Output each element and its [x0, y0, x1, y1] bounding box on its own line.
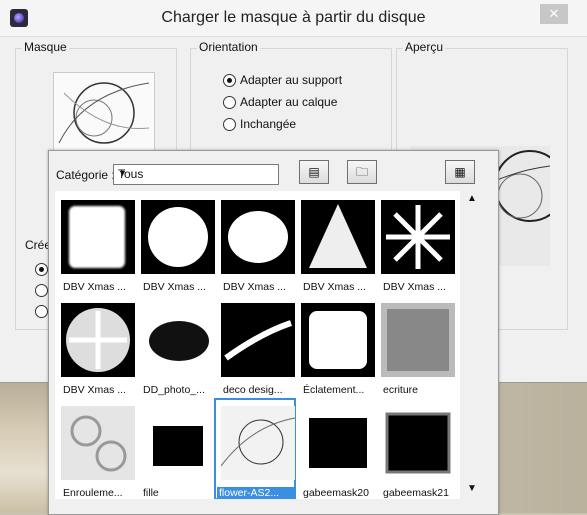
mask-thumbnail — [61, 303, 135, 377]
mask-item[interactable]: flower-AS2... — [214, 398, 296, 499]
radio-label: Inchangée — [240, 117, 297, 131]
mask-thumbnail — [381, 406, 455, 480]
mask-item-label: Enrouleme... — [63, 487, 123, 499]
list-icon: ▤ — [308, 165, 320, 179]
chevron-down-icon: ▼ — [118, 168, 127, 178]
mask-item[interactable]: DBV Xmas ... — [135, 193, 215, 293]
radio-icon — [223, 73, 236, 87]
mask-item-label: DBV Xmas ... — [383, 281, 447, 293]
mask-thumbnail — [381, 303, 455, 377]
mask-item-label: ecriture — [383, 384, 419, 396]
mask-thumbnail — [61, 200, 135, 274]
mask-item[interactable]: DBV Xmas ... — [55, 193, 135, 293]
background-photo — [0, 380, 50, 513]
mask-thumbnail — [301, 200, 375, 274]
orientation-label: Orientation — [197, 40, 260, 54]
mask-item[interactable]: fille — [135, 399, 215, 499]
radio-creer-2[interactable] — [35, 284, 48, 297]
category-label: Catégorie : — [56, 168, 115, 182]
mask-item-label: flower-AS2... — [217, 487, 295, 499]
radio-inchangee[interactable]: Inchangée — [223, 117, 296, 131]
dialog-title: Charger le masque à partir du disque — [161, 9, 426, 26]
mask-item-label: DBV Xmas ... — [223, 281, 287, 293]
mask-thumbnail — [381, 200, 455, 274]
mask-item-label: deco desig... — [223, 384, 283, 396]
mask-item-label: DBV Xmas ... — [63, 281, 127, 293]
folder-icon: 🗀 — [355, 165, 368, 179]
category-select[interactable]: Tous ▼ — [113, 164, 279, 185]
mask-item-label: DBV Xmas ... — [143, 281, 207, 293]
mask-thumbnail — [221, 406, 295, 480]
mask-item[interactable]: gabeemask20 — [295, 399, 375, 499]
mask-thumbnail — [221, 303, 295, 377]
mask-thumbnail — [301, 406, 375, 480]
radio-creer-1[interactable] — [35, 263, 48, 276]
mask-thumbnail — [141, 200, 215, 274]
mask-item[interactable]: Éclatement... — [295, 296, 375, 396]
mask-thumbnail — [141, 406, 215, 480]
mask-item-label: gabeemask21 — [383, 487, 449, 499]
mask-item-label: gabeemask20 — [303, 487, 369, 499]
grid-icon: ▦ — [454, 165, 466, 179]
radio-creer-3[interactable] — [35, 305, 48, 318]
radio-adapter-calque[interactable]: Adapter au calque — [223, 95, 337, 109]
mask-thumbnail-art — [54, 73, 154, 153]
mask-thumbnail — [141, 303, 215, 377]
mask-thumbnail — [301, 303, 375, 377]
mask-browser-popup: Catégorie : Tous ▼ ▤ 🗀 ▦ DBV Xmas ... DBV… — [48, 150, 499, 515]
radio-label: Adapter au calque — [240, 95, 338, 109]
mask-item[interactable]: DD_photo_... — [135, 296, 215, 396]
mask-thumbnail — [221, 200, 295, 274]
mask-item-label: fille — [143, 487, 159, 499]
radio-label: Adapter au support — [240, 73, 343, 87]
radio-adapter-support[interactable]: Adapter au support — [223, 73, 342, 87]
mask-item[interactable]: gabeemask21 — [375, 399, 455, 499]
mask-item[interactable]: Enrouleme... — [55, 399, 135, 499]
radio-icon — [223, 117, 236, 131]
mask-item-label: DBV Xmas ... — [303, 281, 367, 293]
mask-item-label: Éclatement... — [303, 384, 365, 396]
title-bar: Charger le masque à partir du disque ✕ — [0, 0, 587, 37]
radio-icon — [223, 95, 236, 109]
mask-item[interactable]: DBV Xmas ... — [55, 296, 135, 396]
mask-item-label: DBV Xmas ... — [63, 384, 127, 396]
apercu-label: Aperçu — [403, 40, 446, 54]
mask-grid: DBV Xmas ... DBV Xmas ... DBV Xmas ... DBV … — [55, 191, 460, 499]
grid-view-button[interactable]: ▦ — [445, 160, 475, 184]
mask-item[interactable]: deco desig... — [215, 296, 295, 396]
vertical-scrollbar[interactable]: ▲ ▼ — [463, 191, 481, 499]
mask-item[interactable]: DBV Xmas ... — [375, 193, 455, 293]
masque-label: Masque — [22, 40, 69, 54]
mask-item[interactable]: DBV Xmas ... — [295, 193, 375, 293]
close-button[interactable]: ✕ — [540, 4, 568, 24]
view-list-button[interactable]: ▤ — [299, 160, 329, 184]
scroll-up-icon: ▲ — [467, 193, 477, 204]
scroll-down-icon: ▼ — [467, 483, 477, 494]
mask-item[interactable]: DBV Xmas ... — [215, 193, 295, 293]
mask-item[interactable]: ecriture — [375, 296, 455, 396]
mask-thumbnail[interactable] — [53, 72, 155, 154]
open-folder-button[interactable]: 🗀 — [347, 160, 377, 184]
mask-item-label: DD_photo_... — [143, 384, 205, 396]
mask-thumbnail — [61, 406, 135, 480]
